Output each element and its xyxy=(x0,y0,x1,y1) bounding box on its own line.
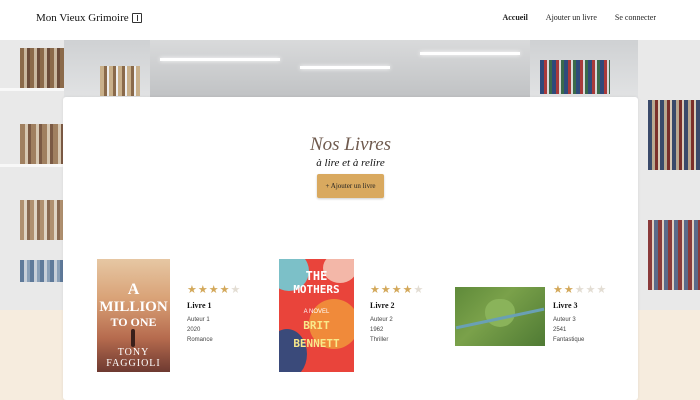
banner-books xyxy=(540,60,610,94)
banner-books xyxy=(20,200,64,240)
book-meta: Auteur 1 2020 Romance xyxy=(187,315,240,345)
book-author: Auteur 1 xyxy=(187,317,210,323)
cover-text: A xyxy=(127,281,140,298)
star-icon: ★ xyxy=(585,284,596,296)
nav-home-link[interactable]: Accueil xyxy=(502,13,527,22)
cover-text: BRIT xyxy=(303,319,330,332)
rating-stars: ★ ★ ★ ★ ★ xyxy=(187,285,240,296)
page-subtitle: à lire et à relire xyxy=(316,157,385,169)
banner-books xyxy=(648,100,700,170)
star-icon: ★ xyxy=(574,284,585,296)
banner-books xyxy=(20,260,64,282)
banner-books xyxy=(20,48,64,88)
star-icon: ★ xyxy=(563,284,574,296)
star-icon: ★ xyxy=(370,284,380,296)
page-title: Nos Livres xyxy=(309,134,392,155)
cover-text: TO ONE xyxy=(110,315,157,329)
nav-add-book-link[interactable]: Ajouter un livre xyxy=(546,13,597,22)
cover-text: MILLION xyxy=(99,299,168,315)
star-icon: ★ xyxy=(596,284,607,296)
cover-text: TONY xyxy=(117,347,150,358)
banner-shelf-line xyxy=(0,88,64,91)
book-meta: Auteur 2 1962 Thriller xyxy=(370,315,423,345)
star-icon: ★ xyxy=(197,284,208,296)
cover-text: MOTHERS xyxy=(293,283,340,296)
book-genre: Romance xyxy=(187,337,213,343)
banner-shelf-line xyxy=(0,164,64,167)
cover-text: A NOVEL xyxy=(303,309,330,315)
book-cover[interactable] xyxy=(455,287,545,346)
book-cover[interactable]: THE MOTHERS A NOVEL BRIT BENNETT xyxy=(279,259,354,372)
add-book-button[interactable]: + Ajouter un livre xyxy=(317,174,384,198)
star-icon: ★ xyxy=(230,284,241,296)
star-icon: ★ xyxy=(391,284,402,296)
rating-stars: ★ ★ ★ ★ ★ xyxy=(553,285,606,296)
book-info: ★ ★ ★ ★ ★ Livre 2 Auteur 2 1962 Thriller xyxy=(370,285,423,345)
cover-text: FAGGIOLI xyxy=(106,358,161,369)
book-info: ★ ★ ★ ★ ★ Livre 1 Auteur 1 2020 Romance xyxy=(187,285,240,345)
book-year: 2541 xyxy=(553,327,567,333)
book-info: ★ ★ ★ ★ ★ Livre 3 Auteur 3 2541 Fantasti… xyxy=(553,285,606,345)
book-author: Auteur 2 xyxy=(370,317,393,323)
banner-light xyxy=(300,66,390,69)
logo-text: Mon Vieux Grimoire xyxy=(36,12,129,24)
nav-login-link[interactable]: Se connecter xyxy=(615,13,656,22)
cover-text: THE xyxy=(305,269,328,283)
banner-books xyxy=(100,66,140,96)
rating-stars: ★ ★ ★ ★ ★ xyxy=(370,285,423,296)
book-title[interactable]: Livre 2 xyxy=(370,301,423,310)
star-icon: ★ xyxy=(380,284,391,296)
book-year: 2020 xyxy=(187,327,201,333)
cover-text: BENNETT xyxy=(293,337,340,350)
book-meta: Auteur 3 2541 Fantastique xyxy=(553,315,606,345)
book-title[interactable]: Livre 1 xyxy=(187,301,240,310)
main-nav: Accueil Ajouter un livre Se connecter xyxy=(502,13,656,22)
banner-books xyxy=(648,220,700,290)
banner-books xyxy=(20,124,64,164)
book-year: 1962 xyxy=(370,327,384,333)
star-icon: ★ xyxy=(413,284,424,296)
banner-ceiling xyxy=(150,40,530,100)
book-genre: Fantastique xyxy=(553,337,585,343)
banner-shelf-left xyxy=(0,40,64,310)
banner-light xyxy=(420,52,520,55)
book-author: Auteur 3 xyxy=(553,317,576,323)
book-genre: Thriller xyxy=(370,337,389,343)
star-icon: ★ xyxy=(553,284,563,296)
banner-light xyxy=(160,58,280,61)
star-icon: ★ xyxy=(402,284,413,296)
star-icon: ★ xyxy=(219,284,230,296)
book-cover[interactable]: A MILLION TO ONE TONY FAGGIOLI xyxy=(97,259,170,372)
star-icon: ★ xyxy=(208,284,219,296)
cover-figure xyxy=(131,329,135,347)
cover-shape xyxy=(279,329,307,372)
site-header: Mon Vieux Grimoire Accueil Ajouter un li… xyxy=(0,0,700,40)
site-logo[interactable]: Mon Vieux Grimoire xyxy=(36,12,142,24)
banner-shelf-right xyxy=(638,40,700,310)
book-title[interactable]: Livre 3 xyxy=(553,301,606,310)
cover-shape xyxy=(485,299,515,327)
book-icon xyxy=(131,13,142,23)
star-icon: ★ xyxy=(187,284,197,296)
